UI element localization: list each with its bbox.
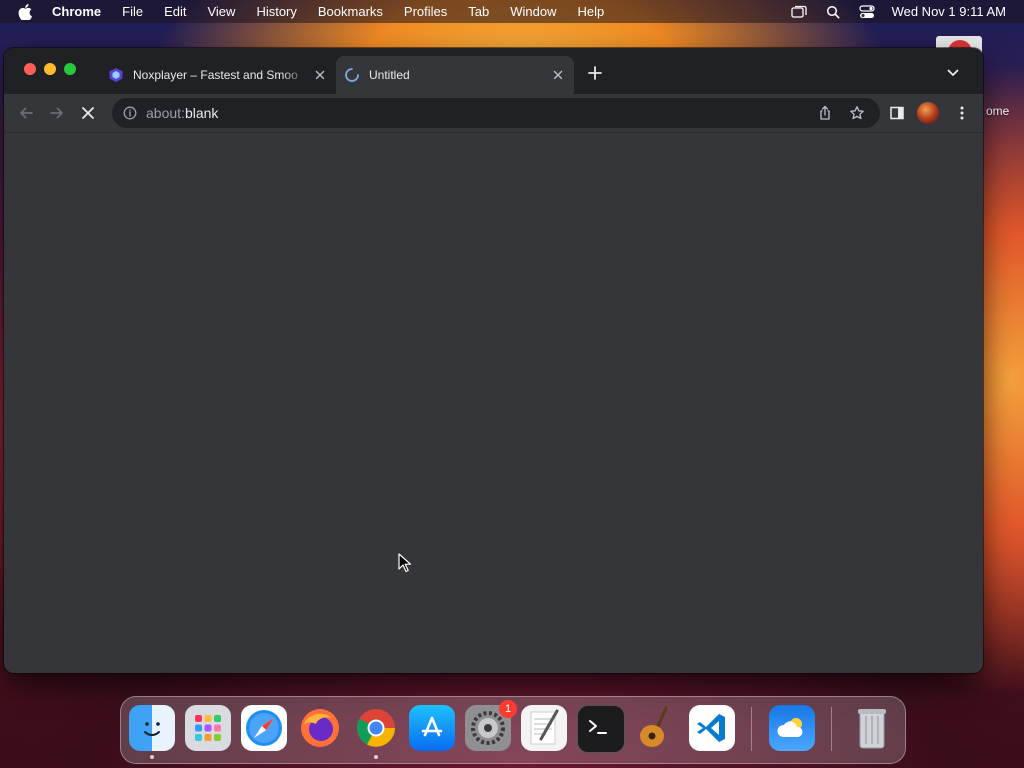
tab-search-chevron-down-icon[interactable]: [944, 64, 962, 82]
screen-mirroring-icon[interactable]: [790, 5, 808, 19]
textedit-icon[interactable]: [521, 705, 567, 751]
window-zoom-button[interactable]: [64, 63, 76, 75]
url-scheme: about:: [146, 105, 185, 121]
tab-noxplayer[interactable]: Noxplayer – Fastest and Smoo: [100, 56, 336, 94]
launchpad-icon[interactable]: [185, 705, 231, 751]
loading-spinner-icon: [344, 67, 360, 83]
tab-strip: Noxplayer – Fastest and Smoo Untitled: [4, 48, 983, 94]
desktop-file-label: ome: [986, 104, 1010, 118]
window-minimize-button[interactable]: [44, 63, 56, 75]
noxplayer-icon: [108, 67, 124, 83]
tab-untitled[interactable]: Untitled: [336, 56, 574, 94]
garageband-icon[interactable]: [633, 705, 679, 751]
page-content[interactable]: [4, 133, 983, 673]
site-info-icon[interactable]: [122, 105, 138, 121]
weather-icon[interactable]: [769, 705, 815, 751]
browser-toolbar: about:blank: [4, 94, 983, 133]
menu-app-name[interactable]: Chrome: [52, 4, 101, 19]
spotlight-search-icon[interactable]: [824, 5, 842, 19]
tab-close-icon[interactable]: [550, 67, 566, 83]
profile-avatar[interactable]: [917, 102, 939, 124]
finder-icon[interactable]: [129, 705, 175, 751]
visual-studio-code-icon[interactable]: [689, 705, 735, 751]
tab-title: Untitled: [369, 68, 410, 82]
apple-menu-icon[interactable]: [18, 3, 34, 20]
notification-badge: 1: [499, 700, 517, 718]
menu-tab[interactable]: Tab: [468, 4, 489, 19]
app-store-icon[interactable]: [409, 705, 455, 751]
tab-close-icon[interactable]: [312, 67, 328, 83]
menu-bookmarks[interactable]: Bookmarks: [318, 4, 383, 19]
menu-window[interactable]: Window: [510, 4, 556, 19]
side-panel-icon[interactable]: [887, 103, 907, 123]
firefox-icon[interactable]: [297, 705, 343, 751]
bookmark-star-icon[interactable]: [849, 105, 865, 121]
menu-bar: Chrome File Edit View History Bookmarks …: [0, 0, 1024, 23]
dock: 1: [120, 696, 906, 764]
stop-loading-icon[interactable]: [78, 103, 98, 123]
share-icon[interactable]: [817, 105, 833, 121]
back-arrow-icon[interactable]: [16, 103, 36, 123]
new-tab-icon[interactable]: [586, 64, 604, 82]
tab-title: Noxplayer – Fastest and Smoo: [133, 68, 298, 82]
menu-help[interactable]: Help: [578, 4, 605, 19]
chrome-window: Noxplayer – Fastest and Smoo Untitled ab…: [4, 48, 983, 673]
menu-clock[interactable]: Wed Nov 1 9:11 AM: [892, 4, 1006, 19]
menu-view[interactable]: View: [207, 4, 235, 19]
menu-file[interactable]: File: [122, 4, 143, 19]
terminal-icon[interactable]: [577, 705, 625, 753]
control-center-icon[interactable]: [858, 4, 876, 19]
menu-edit[interactable]: Edit: [164, 4, 186, 19]
address-url[interactable]: about:blank: [146, 105, 218, 121]
forward-arrow-icon[interactable]: [47, 103, 67, 123]
address-bar[interactable]: about:blank: [112, 98, 880, 128]
window-close-button[interactable]: [24, 63, 36, 75]
system-settings-icon[interactable]: 1: [465, 700, 517, 751]
menu-history[interactable]: History: [256, 4, 296, 19]
safari-icon[interactable]: [241, 705, 287, 751]
menu-profiles[interactable]: Profiles: [404, 4, 447, 19]
google-chrome-icon[interactable]: [353, 705, 399, 751]
mouse-cursor-icon: [398, 553, 412, 573]
more-menu-icon[interactable]: [952, 103, 972, 123]
url-host: blank: [184, 105, 219, 121]
trash-icon[interactable]: [849, 705, 895, 751]
